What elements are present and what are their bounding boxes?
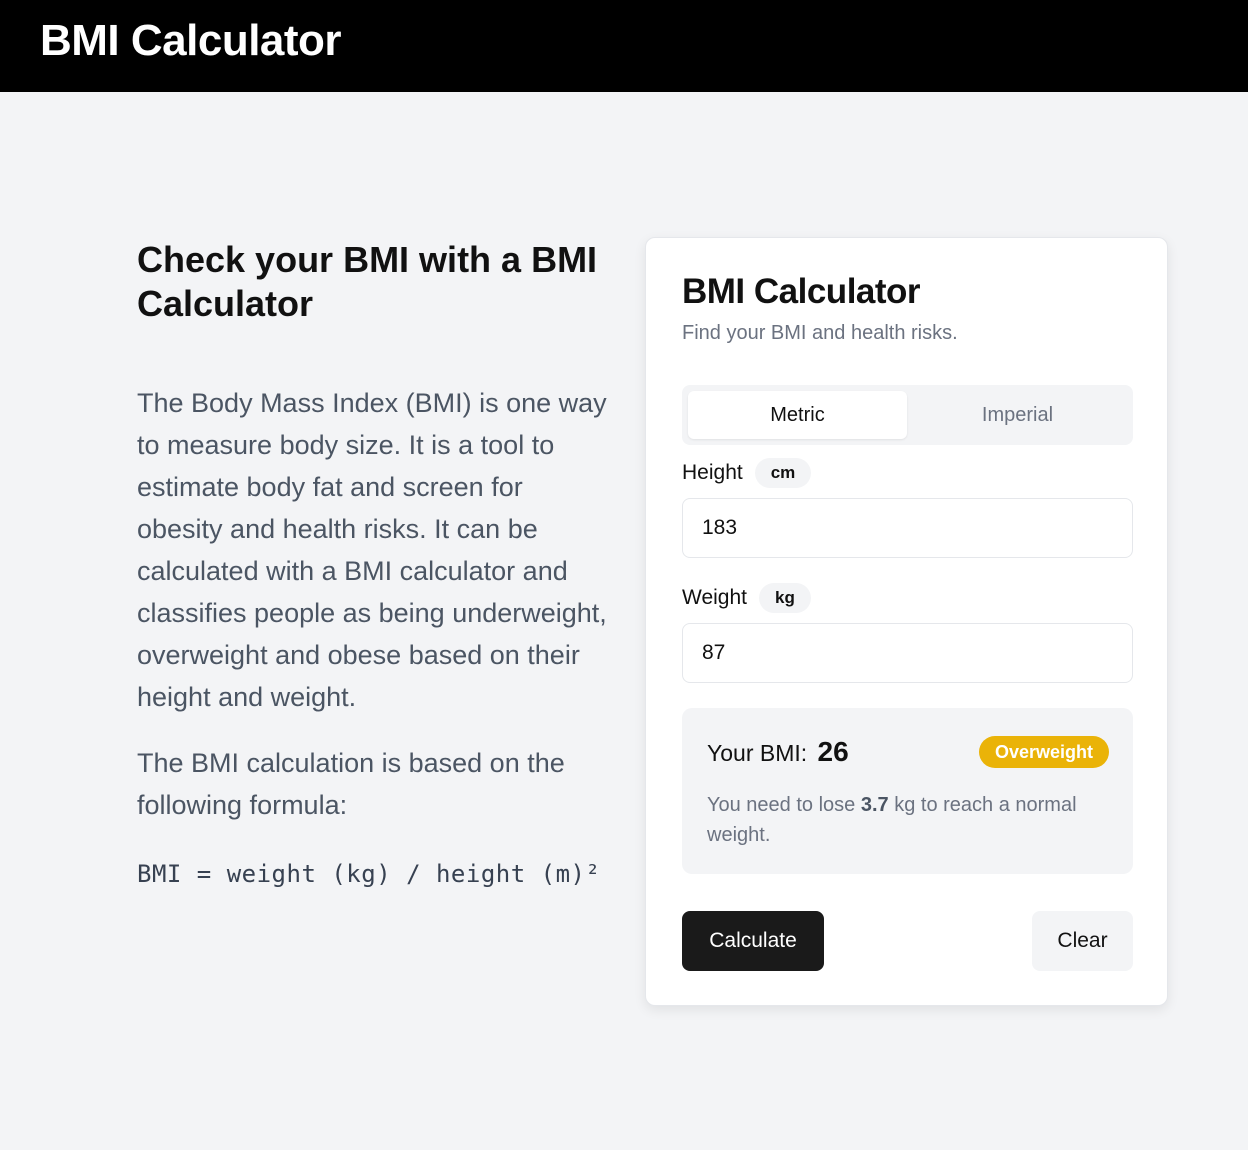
weight-label-row: Weight kg [682,583,811,613]
height-label-row: Height cm [682,458,812,488]
intro-paragraph: The Body Mass Index (BMI) is one way to … [137,388,607,712]
formula-intro: The BMI calculation is based on the foll… [137,748,565,820]
calculator-card: BMI Calculator Find your BMI and health … [645,237,1168,1006]
calculator-title: BMI Calculator [682,272,921,311]
clear-button[interactable]: Clear [1032,911,1133,971]
app-title: BMI Calculator [40,16,342,65]
intro-section: Check your BMI with a BMI Calculator The… [137,238,607,888]
metric-tab[interactable]: Metric [688,391,907,439]
top-bar: BMI Calculator [0,0,1248,92]
height-unit-badge: cm [754,458,812,488]
bmi-result-panel: Your BMI: 26 Overweight You need to lose… [682,708,1133,874]
bmi-result-value: 26 [817,736,849,767]
intro-heading: Check your BMI with a BMI Calculator [137,239,598,324]
bmi-formula: BMI = weight (kg) / height (m)² [137,860,601,888]
status-badge: Overweight [978,736,1109,768]
height-input[interactable] [682,498,1133,558]
advice-amount: 3.7 [860,794,889,816]
bmi-result-label: Your BMI: [707,740,808,766]
unit-toggle: Metric Imperial [682,385,1133,445]
bmi-advice: You need to lose 3.7 kg to reach a norma… [707,790,1087,850]
imperial-tab[interactable]: Imperial [908,391,1127,439]
weight-input[interactable] [682,623,1133,683]
calculate-button[interactable]: Calculate [682,911,824,971]
bmi-result-line: Your BMI: 26 [707,736,849,768]
calculator-subtitle: Find your BMI and health risks. [682,322,958,344]
weight-unit-badge: kg [758,583,811,613]
weight-label: Weight [682,586,747,609]
advice-prefix: You need to lose [707,794,856,816]
height-label: Height [682,461,743,484]
